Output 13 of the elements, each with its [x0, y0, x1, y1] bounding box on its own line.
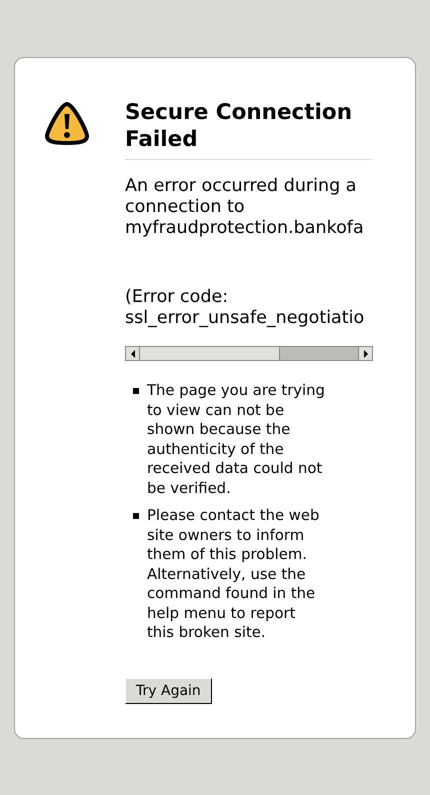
page-title: Secure Connection Failed: [125, 99, 373, 160]
bullet-text: The page you are trying to view can not be shown because the authenticity of the received data could not be verified.: [147, 381, 326, 498]
bullet-icon: [133, 388, 139, 394]
warning-icon: [43, 101, 91, 145]
error-description: An error occurred during a connection to myfraudprotection.bankofa: [125, 176, 365, 239]
horizontal-scrollbar[interactable]: [125, 346, 373, 361]
bullet-text: Please contact the web site owners to inform them of this problem. Alternatively, use the command found in the help menu to report this broken site.: [147, 506, 320, 642]
bullet-icon: [133, 513, 139, 519]
scroll-right-icon[interactable]: [358, 347, 372, 360]
scrollbar-thumb[interactable]: [140, 347, 280, 360]
scroll-left-icon[interactable]: [126, 347, 140, 360]
error-code: (Error code: ssl_error_unsafe_negotiatio: [125, 287, 366, 329]
try-again-button[interactable]: Try Again: [125, 678, 212, 704]
